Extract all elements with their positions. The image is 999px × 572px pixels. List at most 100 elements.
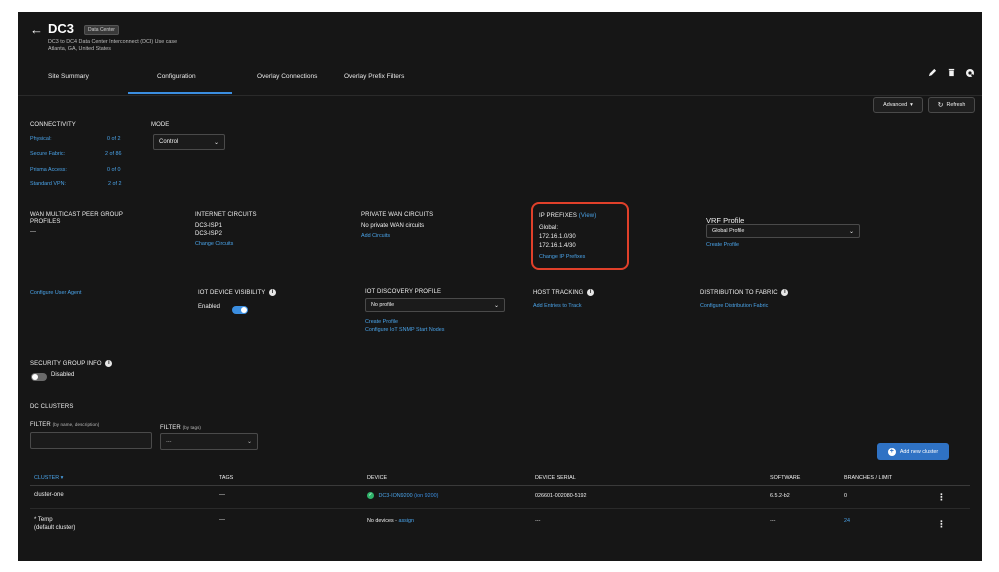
edit-icon[interactable]: [928, 68, 937, 79]
connectivity-standard-vpn-label[interactable]: Standard VPN:: [30, 181, 66, 187]
column-header-cluster[interactable]: CLUSTER ▾: [34, 475, 63, 481]
cluster-name[interactable]: cluster-one: [34, 492, 64, 498]
ip-prefix-item: 172.16.1.0/30: [539, 234, 576, 240]
refresh-icon: ↻: [937, 102, 944, 109]
tab-overlay-connections[interactable]: Overlay Connections: [257, 73, 317, 80]
device-cell: No devices - assign: [367, 518, 414, 524]
ip-prefixes-global-label: Global:: [539, 225, 559, 231]
back-arrow-icon[interactable]: ←: [30, 22, 43, 37]
change-circuits-link[interactable]: Change Circuits: [195, 241, 233, 247]
add-new-cluster-button[interactable]: + Add new cluster: [877, 443, 949, 460]
change-ip-prefixes-link[interactable]: Change IP Prefixes: [539, 254, 585, 260]
wan-multicast-heading: WAN MULTICAST PEER GROUP: [30, 212, 123, 218]
mode-select[interactable]: Control ⌄: [153, 134, 225, 150]
refresh-label: Refresh: [946, 102, 966, 108]
device-model: (ion 9200): [414, 492, 439, 499]
info-icon[interactable]: i: [587, 289, 595, 296]
info-icon[interactable]: i: [105, 360, 113, 367]
info-icon[interactable]: i: [269, 289, 277, 296]
cluster-subtitle: (default cluster): [34, 525, 76, 531]
delete-icon[interactable]: [947, 68, 956, 79]
site-type-badge: Data Center: [84, 25, 119, 35]
ip-prefix-item: 172.16.1.4/30: [539, 243, 576, 249]
dc-clusters-heading: DC CLUSTERS: [30, 404, 74, 410]
create-vrf-profile-link[interactable]: Create Profile: [706, 242, 739, 248]
configure-user-agent-link[interactable]: Configure User Agent: [30, 290, 82, 296]
assign-link[interactable]: assign: [398, 518, 414, 524]
add-circuits-link[interactable]: Add Circuits: [361, 233, 390, 239]
connectivity-secure-fabric-value[interactable]: 2 of 86: [105, 151, 122, 157]
software-version: ---: [770, 518, 776, 524]
add-entries-to-track-link[interactable]: Add Entries to Track: [533, 303, 582, 309]
column-header-cluster-text: CLUSTER: [34, 475, 60, 481]
create-iot-profile-link[interactable]: Create Profile: [365, 319, 398, 325]
vrf-profile-select[interactable]: Global Profile ⌄: [706, 224, 860, 238]
host-tracking-heading: HOST TRACKING i: [533, 289, 595, 296]
sort-down-icon: ▾: [60, 475, 64, 481]
iot-discovery-select[interactable]: No profile ⌄: [365, 298, 505, 312]
more-options-icon[interactable]: ⋮: [937, 492, 946, 503]
connectivity-secure-fabric-label[interactable]: Secure Fabric:: [30, 151, 65, 157]
filter-tags-select[interactable]: --- ⌄: [160, 433, 258, 450]
connectivity-physical-label[interactable]: Physical:: [30, 136, 52, 142]
connectivity-prisma-access-label[interactable]: Prisma Access:: [30, 167, 67, 173]
iot-discovery-select-value: No profile: [371, 302, 395, 308]
check-circle-icon: ✓: [367, 492, 374, 499]
vrf-profile-select-value: Global Profile: [712, 228, 745, 234]
ip-prefixes-view-link[interactable]: (View): [579, 213, 597, 219]
row-divider: [30, 508, 970, 509]
toggle-knob: [241, 307, 247, 313]
iot-discovery-heading: IOT DISCOVERY PROFILE: [365, 289, 442, 295]
refresh-button[interactable]: ↻ Refresh: [928, 97, 975, 113]
mode-heading: MODE: [151, 122, 170, 128]
device-serial: ---: [535, 518, 541, 524]
app-window: ← DC3 Data Center DC3 to DC4 Data Center…: [18, 12, 982, 561]
security-group-label: Disabled: [51, 372, 75, 378]
security-group-heading-text: SECURITY GROUP INFO: [30, 361, 102, 368]
tab-configuration[interactable]: Configuration: [157, 73, 196, 80]
distribution-heading: DISTRIBUTION TO FABRIC i: [700, 289, 789, 296]
more-options-icon[interactable]: ⋮: [937, 519, 946, 530]
column-header-branches: BRANCHES / LIMIT: [844, 475, 893, 481]
cluster-name[interactable]: * Temp: [34, 517, 53, 523]
iot-visibility-heading-text: IOT DEVICE VISIBILITY: [198, 290, 266, 297]
tab-site-summary[interactable]: Site Summary: [48, 73, 89, 80]
filter-name-hint: (by name, description): [52, 422, 100, 427]
connectivity-heading: CONNECTIVITY: [30, 122, 76, 128]
filter-tags-select-value: ---: [166, 438, 172, 445]
branches-value: 0: [844, 493, 847, 499]
configure-distribution-fabric-link[interactable]: Configure Distribution Fabric: [700, 303, 768, 309]
mode-select-value: Control: [159, 139, 179, 145]
advanced-button[interactable]: Advanced ▾: [873, 97, 923, 113]
wan-multicast-heading-2: PROFILES: [30, 219, 61, 225]
active-tab-indicator: [128, 92, 232, 94]
iot-visibility-label: Enabled: [198, 304, 221, 310]
filter-tags-label: FILTER (by tags): [160, 425, 201, 431]
no-devices-text: No devices -: [367, 518, 399, 524]
device-name-link[interactable]: DC3-ION9200: [379, 493, 413, 499]
info-icon[interactable]: i: [781, 289, 789, 296]
table-header-divider: [30, 485, 970, 486]
site-description: DC3 to DC4 Data Center Interconnect (DCI…: [48, 39, 178, 45]
branches-value[interactable]: 24: [844, 518, 850, 524]
tabs-divider: [18, 95, 982, 96]
connectivity-prisma-access-value[interactable]: 0 of 0: [107, 167, 121, 173]
security-group-toggle[interactable]: [31, 373, 47, 381]
settings-icon[interactable]: [965, 68, 976, 80]
cluster-tags: ---: [219, 517, 225, 523]
configure-snmp-start-nodes-link[interactable]: Configure IoT SNMP Start Nodes: [365, 327, 445, 333]
site-location: Atlanta, GA, United States: [48, 46, 111, 52]
filter-name-label-text: FILTER: [30, 422, 51, 428]
iot-visibility-toggle[interactable]: [232, 306, 248, 314]
column-header-device-serial: DEVICE SERIAL: [535, 475, 576, 481]
filter-tags-label-text: FILTER: [160, 425, 181, 431]
connectivity-physical-value[interactable]: 0 of 2: [107, 136, 121, 142]
filter-name-input[interactable]: [30, 432, 152, 449]
column-header-tags: TAGS: [219, 475, 234, 481]
tab-overlay-prefix-filters[interactable]: Overlay Prefix Filters: [344, 73, 404, 80]
device-serial: 026601-002080-5192: [535, 493, 587, 499]
device-cell[interactable]: ✓ DC3-ION9200 (ion 9200): [367, 492, 438, 499]
wan-multicast-value: ---: [30, 229, 36, 235]
connectivity-standard-vpn-value[interactable]: 2 of 2: [108, 181, 122, 187]
internet-circuit-item: DC3-ISP2: [195, 231, 223, 237]
